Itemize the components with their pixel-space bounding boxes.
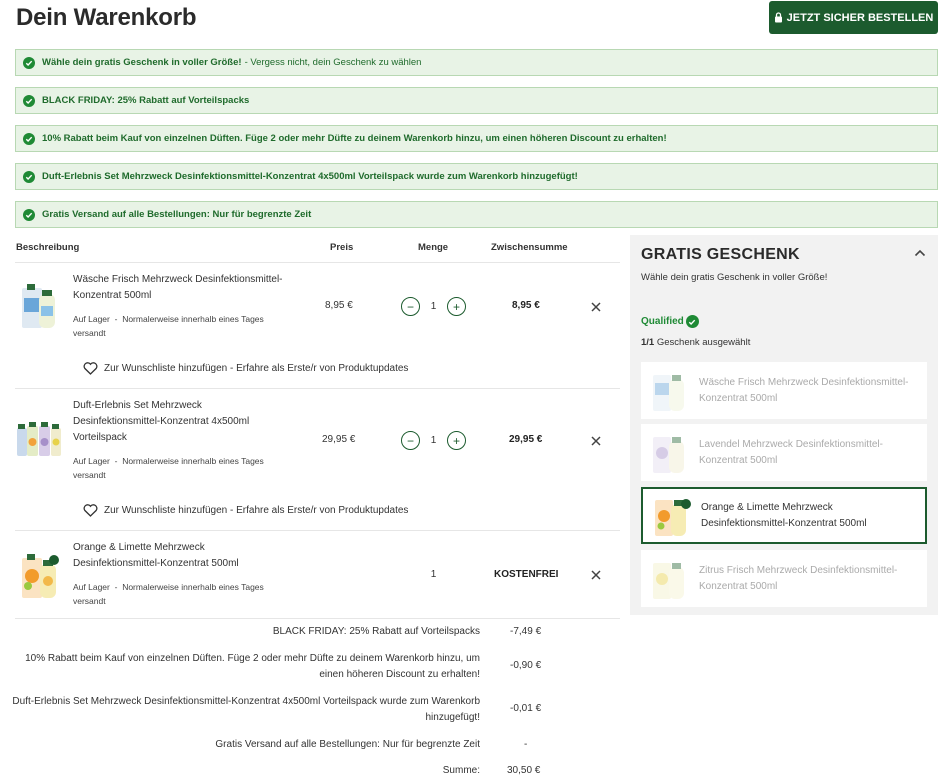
product-image xyxy=(17,422,61,456)
remove-item-button[interactable] xyxy=(589,300,603,314)
increase-quantity-button[interactable]: + xyxy=(447,297,466,316)
product-image xyxy=(653,374,684,411)
item-subtotal: 29,95 € xyxy=(509,434,543,445)
item-subtotal: 8,95 € xyxy=(512,300,540,311)
decrease-quantity-button[interactable]: − xyxy=(401,431,420,450)
gift-option[interactable]: Lavendel Mehrzweck Desinfektionsmittel-K… xyxy=(641,424,927,481)
add-to-wishlist-link[interactable]: Zur Wunschliste hinzufügen - Erfahre als… xyxy=(83,362,408,375)
heart-icon xyxy=(83,362,98,375)
check-circle-icon xyxy=(685,315,699,328)
product-name[interactable]: Duft-Erlebnis Set Mehrzweck Desinfektion… xyxy=(73,398,273,446)
notice-added-to-cart: Duft-Erlebnis Set Mehrzweck Desinfektion… xyxy=(15,163,938,190)
column-header-subtotal: Zwischensumme xyxy=(491,242,568,253)
item-subtotal: KOSTENFREI xyxy=(494,569,559,580)
quantity-value: 1 xyxy=(430,435,437,446)
gift-option[interactable]: Zitrus Frisch Mehrzweck Desinfektionsmit… xyxy=(641,550,927,607)
close-icon xyxy=(591,302,601,312)
check-circle-icon xyxy=(23,94,35,107)
add-to-wishlist-link[interactable]: Zur Wunschliste hinzufügen - Erfahre als… xyxy=(83,504,408,517)
chevron-up-icon[interactable] xyxy=(914,248,926,258)
divider xyxy=(15,530,620,531)
item-price: 29,95 € xyxy=(322,434,356,445)
notice-text: BLACK FRIDAY: 25% Rabatt auf Vorteilspac… xyxy=(42,95,250,106)
notice-text: Gratis Versand auf alle Bestellungen: Nu… xyxy=(42,209,312,220)
heart-icon xyxy=(83,504,98,517)
check-circle-icon xyxy=(23,170,35,183)
summary-total-label: Summe: xyxy=(442,765,480,776)
summary-label: Gratis Versand auf alle Bestellungen: Nu… xyxy=(215,739,480,750)
gift-option-name: Lavendel Mehrzweck Desinfektionsmittel-K… xyxy=(699,438,883,466)
summary-label: Duft-Erlebnis Set Mehrzweck Desinfektion… xyxy=(12,696,480,723)
close-icon xyxy=(591,436,601,446)
quantity-stepper: − 1 + xyxy=(401,431,466,450)
summary-value: -0,01 € xyxy=(510,703,542,714)
decrease-quantity-button[interactable]: − xyxy=(401,297,420,316)
gift-option-name: Zitrus Frisch Mehrzweck Desinfektionsmit… xyxy=(699,564,898,592)
notice-text: 10% Rabatt beim Kauf von einzelnen Düfte… xyxy=(42,133,667,144)
notice-text: Duft-Erlebnis Set Mehrzweck Desinfektion… xyxy=(42,171,578,182)
order-securely-button[interactable]: JETZT SICHER BESTELLEN xyxy=(769,1,938,34)
notice-text: Wähle dein gratis Geschenk in voller Grö… xyxy=(42,57,242,68)
quantity-value: 1 xyxy=(430,569,437,580)
product-image xyxy=(22,554,59,598)
product-image xyxy=(655,498,691,536)
notice-discount: 10% Rabatt beim Kauf von einzelnen Düfte… xyxy=(15,125,938,152)
check-circle-icon xyxy=(23,132,35,145)
lock-icon xyxy=(774,12,782,23)
divider xyxy=(15,618,620,619)
column-header-price: Preis xyxy=(330,242,354,253)
summary-label: BLACK FRIDAY: 25% Rabatt auf Vorteilspac… xyxy=(272,626,480,637)
column-header-description: Beschreibung xyxy=(16,242,80,253)
product-name[interactable]: Orange & Limette Mehrzweck Desinfektions… xyxy=(73,540,273,572)
summary-value: - xyxy=(524,739,528,750)
quantity-value: 1 xyxy=(430,301,437,312)
gift-panel-subtitle: Wähle dein gratis Geschenk in voller Grö… xyxy=(641,272,828,283)
order-button-label: JETZT SICHER BESTELLEN xyxy=(786,11,934,24)
notice-subtext: - Vergess nicht, dein Geschenk zu wählen xyxy=(244,57,422,68)
item-price: 8,95 € xyxy=(325,300,353,311)
stock-status: Auf Lager - Normalerweise innerhalb eine… xyxy=(73,456,264,480)
page-title: Dein Warenkorb xyxy=(16,4,197,31)
check-circle-icon xyxy=(23,56,35,69)
product-image xyxy=(653,436,684,473)
close-icon xyxy=(591,570,601,580)
product-image xyxy=(653,562,684,599)
notice-gift: Wähle dein gratis Geschenk in voller Grö… xyxy=(15,49,938,76)
notice-free-shipping: Gratis Versand auf alle Bestellungen: Nu… xyxy=(15,201,938,228)
gift-option-selected[interactable]: Orange & Limette Mehrzweck Desinfektions… xyxy=(641,487,927,544)
summary-total-value: 30,50 € xyxy=(507,765,541,776)
gift-panel-title: GRATIS GESCHENK xyxy=(641,246,800,263)
gift-option-name: Wäsche Frisch Mehrzweck Desinfektionsmit… xyxy=(699,376,909,404)
check-circle-icon xyxy=(23,208,35,221)
gift-count: 1/1 Geschenk ausgewählt xyxy=(641,337,751,348)
quantity-stepper: − 1 + xyxy=(401,297,466,316)
gift-option-name: Orange & Limette Mehrzweck Desinfektions… xyxy=(701,501,867,529)
remove-item-button[interactable] xyxy=(589,434,603,448)
column-header-quantity: Menge xyxy=(418,242,449,253)
summary-value: -0,90 € xyxy=(510,660,542,671)
summary-label: 10% Rabatt beim Kauf von einzelnen Düfte… xyxy=(25,653,480,680)
product-image xyxy=(22,284,55,328)
remove-item-button[interactable] xyxy=(589,568,603,582)
gift-option[interactable]: Wäsche Frisch Mehrzweck Desinfektionsmit… xyxy=(641,362,927,419)
summary-value: -7,49 € xyxy=(510,626,542,637)
product-name[interactable]: Wäsche Frisch Mehrzweck Desinfektionsmit… xyxy=(73,272,293,304)
stock-status: Auf Lager - Normalerweise innerhalb eine… xyxy=(73,582,264,606)
qualified-badge: Qualified xyxy=(641,315,699,328)
divider xyxy=(15,388,620,389)
increase-quantity-button[interactable]: + xyxy=(447,431,466,450)
stock-status: Auf Lager - Normalerweise innerhalb eine… xyxy=(73,314,264,338)
divider xyxy=(15,262,620,263)
notice-black-friday: BLACK FRIDAY: 25% Rabatt auf Vorteilspac… xyxy=(15,87,938,114)
